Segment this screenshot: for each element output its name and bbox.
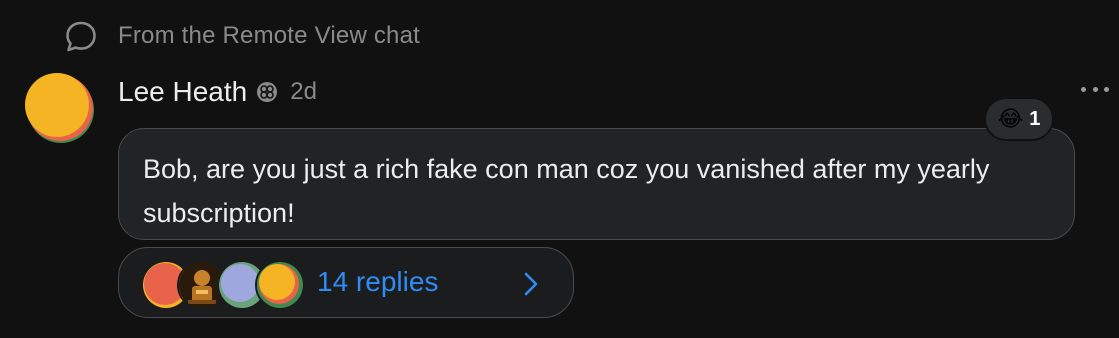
laughing-emoji-icon: 😂 (997, 106, 1024, 131)
message-bubble[interactable]: Bob, are you just a rich fake con man co… (118, 128, 1075, 240)
reaction-pill[interactable]: 😂 1 (984, 97, 1054, 141)
message-text: Bob, are you just a rich fake con man co… (143, 154, 990, 228)
context-label: From the Remote View chat (118, 22, 421, 49)
author-name[interactable]: Lee Heath (118, 76, 247, 108)
chat-bubble-icon (64, 19, 98, 53)
more-options-icon[interactable] (1081, 82, 1109, 96)
reply-avatars (141, 260, 305, 310)
reaction-count: 1 (1029, 107, 1041, 130)
verified-badge-icon (256, 81, 278, 103)
replies-button[interactable]: 14 replies (118, 247, 574, 318)
message-header: Lee Heath 2d (118, 72, 317, 112)
replies-count-link[interactable]: 14 replies (317, 266, 438, 298)
author-avatar[interactable] (22, 70, 96, 144)
context-row: From the Remote View chat (64, 18, 420, 54)
chevron-right-icon[interactable] (523, 272, 539, 296)
reply-avatar (255, 260, 305, 310)
message-timestamp: 2d (290, 78, 317, 105)
